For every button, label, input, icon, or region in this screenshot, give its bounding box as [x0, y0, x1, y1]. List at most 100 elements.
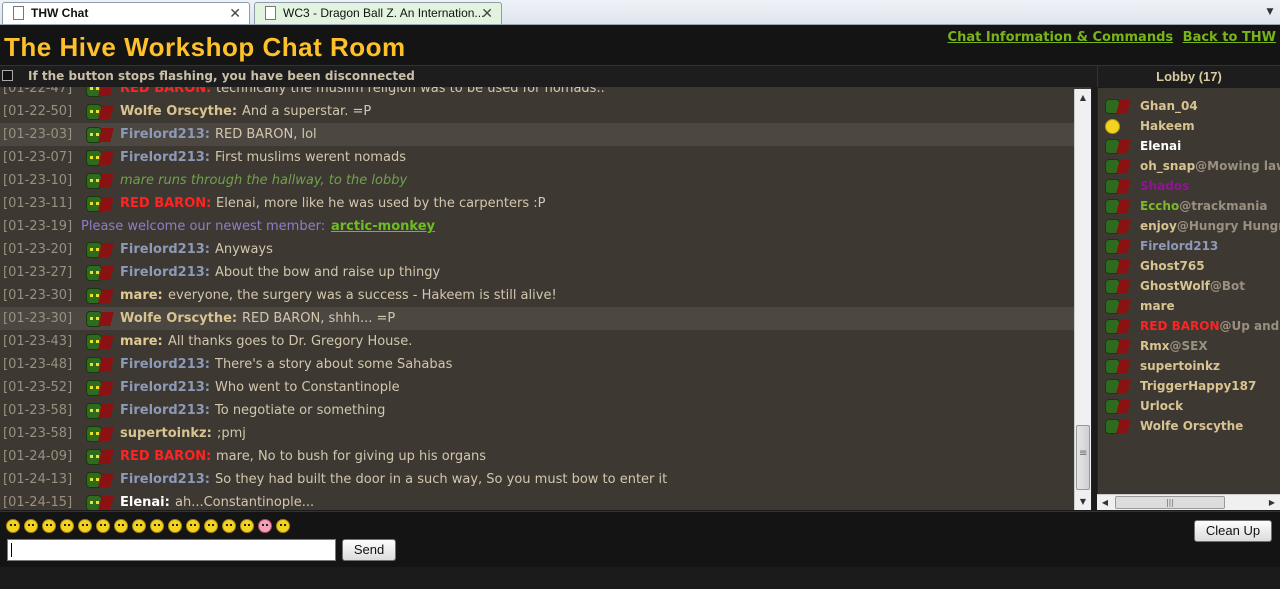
user-name: oh_snap@Mowing lawn: [1140, 156, 1280, 176]
user-avatar-icon: [1102, 218, 1134, 235]
happy-icon[interactable]: [78, 519, 92, 533]
message-author[interactable]: mare:: [120, 330, 163, 353]
laugh-icon[interactable]: [222, 519, 236, 533]
scroll-thumb[interactable]: [1076, 425, 1090, 490]
user-list-item[interactable]: Elenai: [1098, 136, 1280, 156]
sad-icon[interactable]: [240, 519, 254, 533]
chat-message: [01-23-30] mare: everyone, the surgery was…: [0, 284, 1074, 307]
message-author[interactable]: Firelord213:: [120, 238, 210, 261]
frown-icon[interactable]: [168, 519, 182, 533]
close-tab-icon[interactable]: ✕: [229, 3, 241, 23]
smile2-icon[interactable]: [114, 519, 128, 533]
message-text: ;pmj: [217, 426, 246, 441]
user-list-item[interactable]: supertoinkz: [1098, 356, 1280, 376]
user-name: supertoinkz: [1140, 356, 1220, 376]
chat-info-link[interactable]: Chat Information & Commands: [948, 30, 1174, 45]
connection-indicator-button[interactable]: [2, 70, 13, 81]
smile-icon[interactable]: [6, 519, 20, 533]
chat-message-input[interactable]: [7, 539, 336, 561]
lobby-title: Lobby (17): [1097, 66, 1280, 87]
message-author[interactable]: Elenai:: [120, 491, 170, 510]
chat-message: [01-23-10] mare runs through the hallway,…: [0, 169, 1074, 192]
back-to-thw-link[interactable]: Back to THW: [1183, 30, 1276, 45]
user-list-item[interactable]: Hakeem: [1098, 116, 1280, 136]
user-list-item[interactable]: Wolfe Orscythe: [1098, 416, 1280, 436]
message-timestamp: [01-23-10]: [3, 173, 73, 188]
message-author[interactable]: supertoinkz:: [120, 422, 212, 445]
wink-icon[interactable]: [150, 519, 164, 533]
user-list-item[interactable]: mare: [1098, 296, 1280, 316]
tab-thw-chat[interactable]: THW Chat ✕: [2, 2, 250, 24]
message-author[interactable]: Wolfe Orscythe:: [120, 100, 237, 123]
chat-message: [01-23-48] Firelord213: There's a story ab…: [0, 353, 1074, 376]
user-list-item[interactable]: Firelord213: [1098, 236, 1280, 256]
cool-icon[interactable]: [42, 519, 56, 533]
message-author[interactable]: Firelord213:: [120, 376, 210, 399]
message-author[interactable]: RED BARON:: [120, 87, 211, 100]
message-author[interactable]: RED BARON:: [120, 445, 211, 468]
message-author[interactable]: Wolfe Orscythe:: [120, 307, 237, 330]
chat-message: [01-24-09] RED BARON: mare, No to bush for…: [0, 445, 1074, 468]
message-timestamp: [01-23-19]: [3, 219, 73, 234]
user-avatar-icon: [82, 355, 116, 375]
user-list-item[interactable]: oh_snap@Mowing lawn: [1098, 156, 1280, 176]
welcome-text: Please welcome our newest member:: [81, 219, 326, 234]
surprised-icon[interactable]: [132, 519, 146, 533]
user-name: RED BARON@Up and Down: [1140, 316, 1280, 336]
message-author[interactable]: Firelord213:: [120, 353, 210, 376]
tab-list-dropdown-icon[interactable]: ▼: [1262, 3, 1278, 21]
user-list-item[interactable]: GhostWolf@Bot: [1098, 276, 1280, 296]
message-author[interactable]: Firelord213:: [120, 123, 210, 146]
message-author[interactable]: Firelord213:: [120, 468, 210, 491]
browser-tab-bar: THW Chat ✕ WC3 - Dragon Ball Z. An Inter…: [0, 0, 1280, 25]
new-member-link[interactable]: arctic-monkey: [331, 215, 435, 238]
user-list-hscrollbar[interactable]: ◀ ||| ▶: [1097, 494, 1280, 510]
grin-icon[interactable]: [60, 519, 74, 533]
tab-wc3-dbz[interactable]: WC3 - Dragon Ball Z. An Internation... ✕: [254, 2, 502, 24]
confused-icon[interactable]: [24, 519, 38, 533]
scroll-right-icon[interactable]: ▶: [1264, 495, 1280, 510]
user-list-item[interactable]: RED BARON@Up and Down: [1098, 316, 1280, 336]
message-text: And a superstar. =P: [242, 104, 372, 119]
chat-message: [01-23-58] Firelord213: To negotiate or so…: [0, 399, 1074, 422]
user-list-item[interactable]: TriggerHappy187: [1098, 376, 1280, 396]
exclaim-icon[interactable]: [186, 519, 200, 533]
message-author[interactable]: mare:: [120, 284, 163, 307]
message-text: RED BARON, lol: [215, 127, 317, 142]
message-author[interactable]: Firelord213:: [120, 146, 210, 169]
hscroll-thumb[interactable]: |||: [1115, 496, 1225, 509]
scroll-down-icon[interactable]: ▼: [1075, 493, 1091, 510]
message-author[interactable]: Firelord213:: [120, 261, 210, 284]
message-timestamp: [01-23-07]: [3, 150, 73, 165]
pig-icon[interactable]: [258, 519, 272, 533]
user-name: Wolfe Orscythe: [1140, 416, 1243, 436]
user-list-item[interactable]: Ghost765: [1098, 256, 1280, 276]
send-button[interactable]: Send: [342, 539, 396, 561]
user-list-item[interactable]: enjoy@Hungry Hungry: [1098, 216, 1280, 236]
eek-icon[interactable]: [276, 519, 290, 533]
scroll-up-icon[interactable]: ▲: [1075, 89, 1091, 106]
user-list-item[interactable]: Eccho@trackmania: [1098, 196, 1280, 216]
message-author[interactable]: RED BARON:: [120, 192, 211, 215]
user-list-item[interactable]: Shados: [1098, 176, 1280, 196]
user-list-item[interactable]: Rmx@SEX: [1098, 336, 1280, 356]
user-status: @Up and Down: [1219, 319, 1280, 333]
user-name-text: Rmx: [1140, 339, 1170, 353]
user-avatar-icon: [82, 332, 116, 352]
user-status: @Bot: [1209, 279, 1246, 293]
chat-message: [01-23-43] mare: All thanks goes to Dr. Gr…: [0, 330, 1074, 353]
message-author[interactable]: Firelord213:: [120, 399, 210, 422]
oh-icon[interactable]: [204, 519, 218, 533]
chat-scrollbar[interactable]: ▲ ▼: [1074, 89, 1091, 510]
user-list-item[interactable]: Ghan_04: [1098, 96, 1280, 116]
hmm-icon[interactable]: [96, 519, 110, 533]
message-text: First muslims werent nomads: [215, 150, 406, 165]
user-list-item[interactable]: Urlock: [1098, 396, 1280, 416]
user-name: enjoy@Hungry Hungry: [1140, 216, 1280, 236]
document-icon: [265, 6, 276, 20]
clean-up-button[interactable]: Clean Up: [1194, 520, 1272, 542]
user-avatar-icon: [82, 102, 116, 122]
scroll-left-icon[interactable]: ◀: [1097, 495, 1113, 510]
close-tab-icon[interactable]: ✕: [481, 3, 493, 23]
user-avatar-icon: [82, 309, 116, 329]
